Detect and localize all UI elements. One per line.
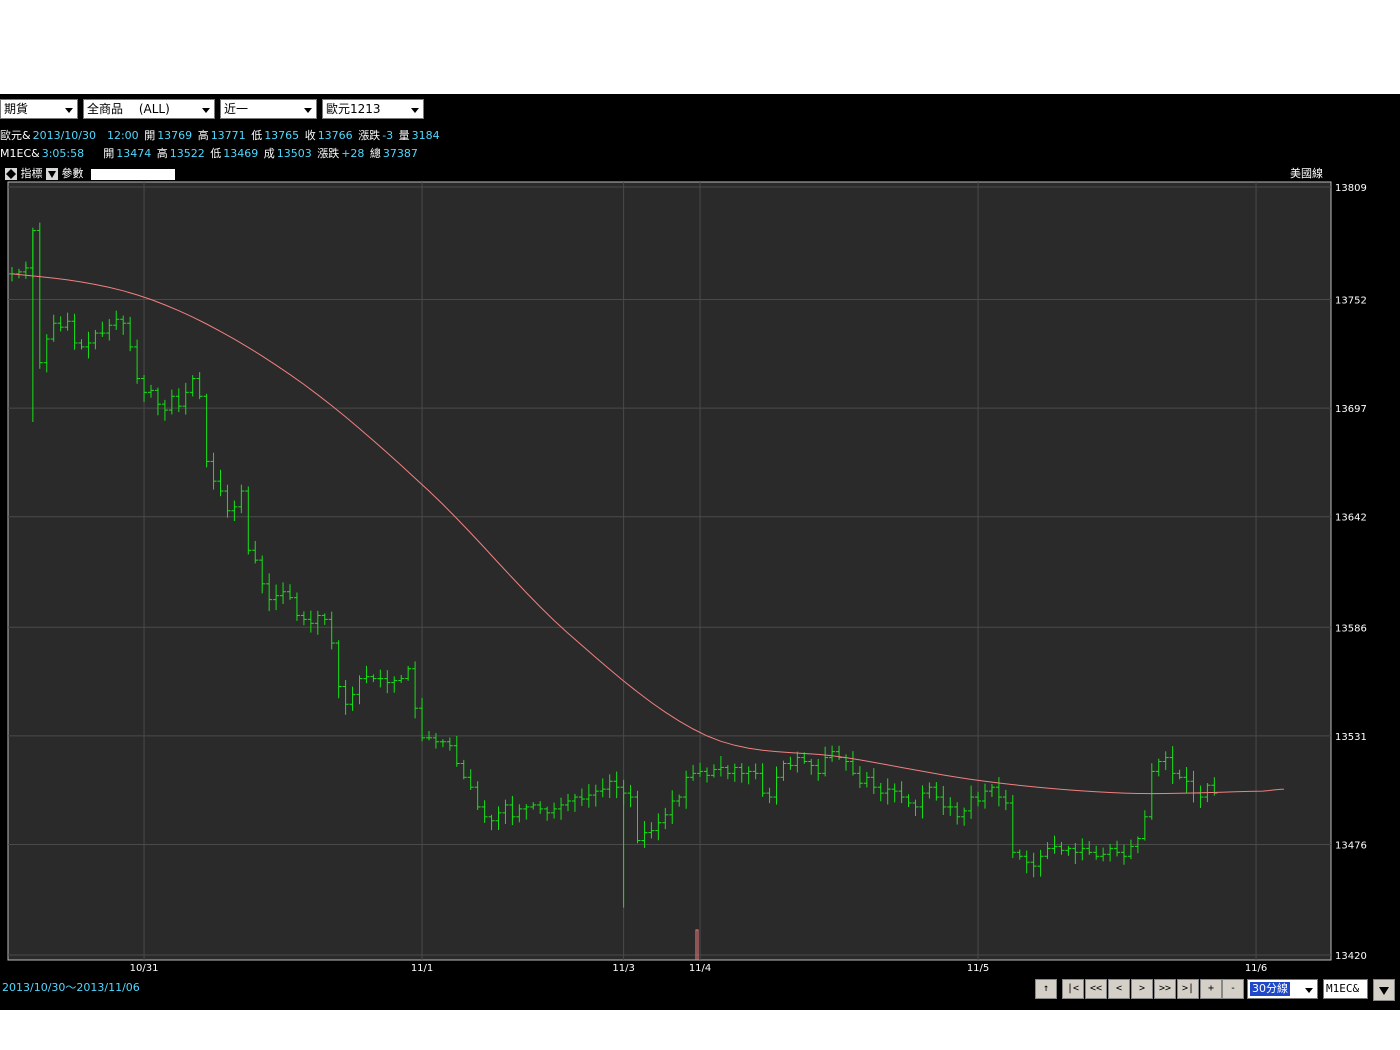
nav-page-forward-button[interactable]: >> bbox=[1154, 979, 1176, 999]
date-range: 2013/10/30～2013/11/06 bbox=[2, 981, 140, 994]
nav-first-button[interactable]: |< bbox=[1062, 979, 1084, 999]
chart-application: 期貨 全商品 (ALL) 近一 歐元1213 歐元& 2013/10/30 12:… bbox=[0, 94, 1400, 1010]
x-tick-label: 11/4 bbox=[689, 963, 711, 974]
nav-page-back-button[interactable]: << bbox=[1085, 979, 1107, 999]
nav-forward-button[interactable]: > bbox=[1131, 979, 1153, 999]
x-tick-label: 11/1 bbox=[411, 963, 433, 974]
x-axis-labels: 10/31 11/1 11/3 11/4 11/5 11/6 bbox=[130, 963, 1268, 974]
y-tick-label: 13642 bbox=[1335, 513, 1367, 524]
zoom-out-button[interactable]: - bbox=[1222, 979, 1244, 999]
y-tick-label: 13531 bbox=[1335, 732, 1367, 743]
zoom-in-button[interactable]: + bbox=[1200, 979, 1222, 999]
price-chart: 13809 13752 13697 13642 13586 13531 13476 13420… bbox=[7, 181, 1367, 974]
y-tick-label: 13586 bbox=[1335, 623, 1367, 634]
period-value: 30分線 bbox=[1250, 982, 1290, 996]
y-tick-label: 13697 bbox=[1335, 404, 1367, 415]
symbol-input[interactable]: M1EC& bbox=[1323, 979, 1368, 999]
triangle-down-icon bbox=[1379, 987, 1389, 995]
symbol-dropdown-button[interactable] bbox=[1373, 979, 1395, 1001]
y-tick-label: 13476 bbox=[1335, 840, 1367, 851]
chevron-down-icon bbox=[1305, 988, 1313, 993]
nav-back-button[interactable]: < bbox=[1108, 979, 1130, 999]
nav-last-button[interactable]: >| bbox=[1177, 979, 1199, 999]
chart-plot-area bbox=[7, 181, 1332, 961]
y-axis-labels: 13809 13752 13697 13642 13586 13531 13476 13420 bbox=[1335, 183, 1367, 962]
x-tick-label: 11/5 bbox=[967, 963, 989, 974]
y-tick-label: 13420 bbox=[1335, 951, 1367, 962]
period-select[interactable]: 30分線 bbox=[1247, 979, 1318, 999]
x-tick-label: 11/3 bbox=[612, 963, 634, 974]
x-tick-label: 11/6 bbox=[1245, 963, 1267, 974]
y-tick-label: 13752 bbox=[1335, 296, 1367, 307]
x-tick-label: 10/31 bbox=[130, 963, 159, 974]
nav-up-button[interactable]: ↑ bbox=[1035, 979, 1057, 999]
y-tick-label: 13809 bbox=[1335, 183, 1367, 194]
